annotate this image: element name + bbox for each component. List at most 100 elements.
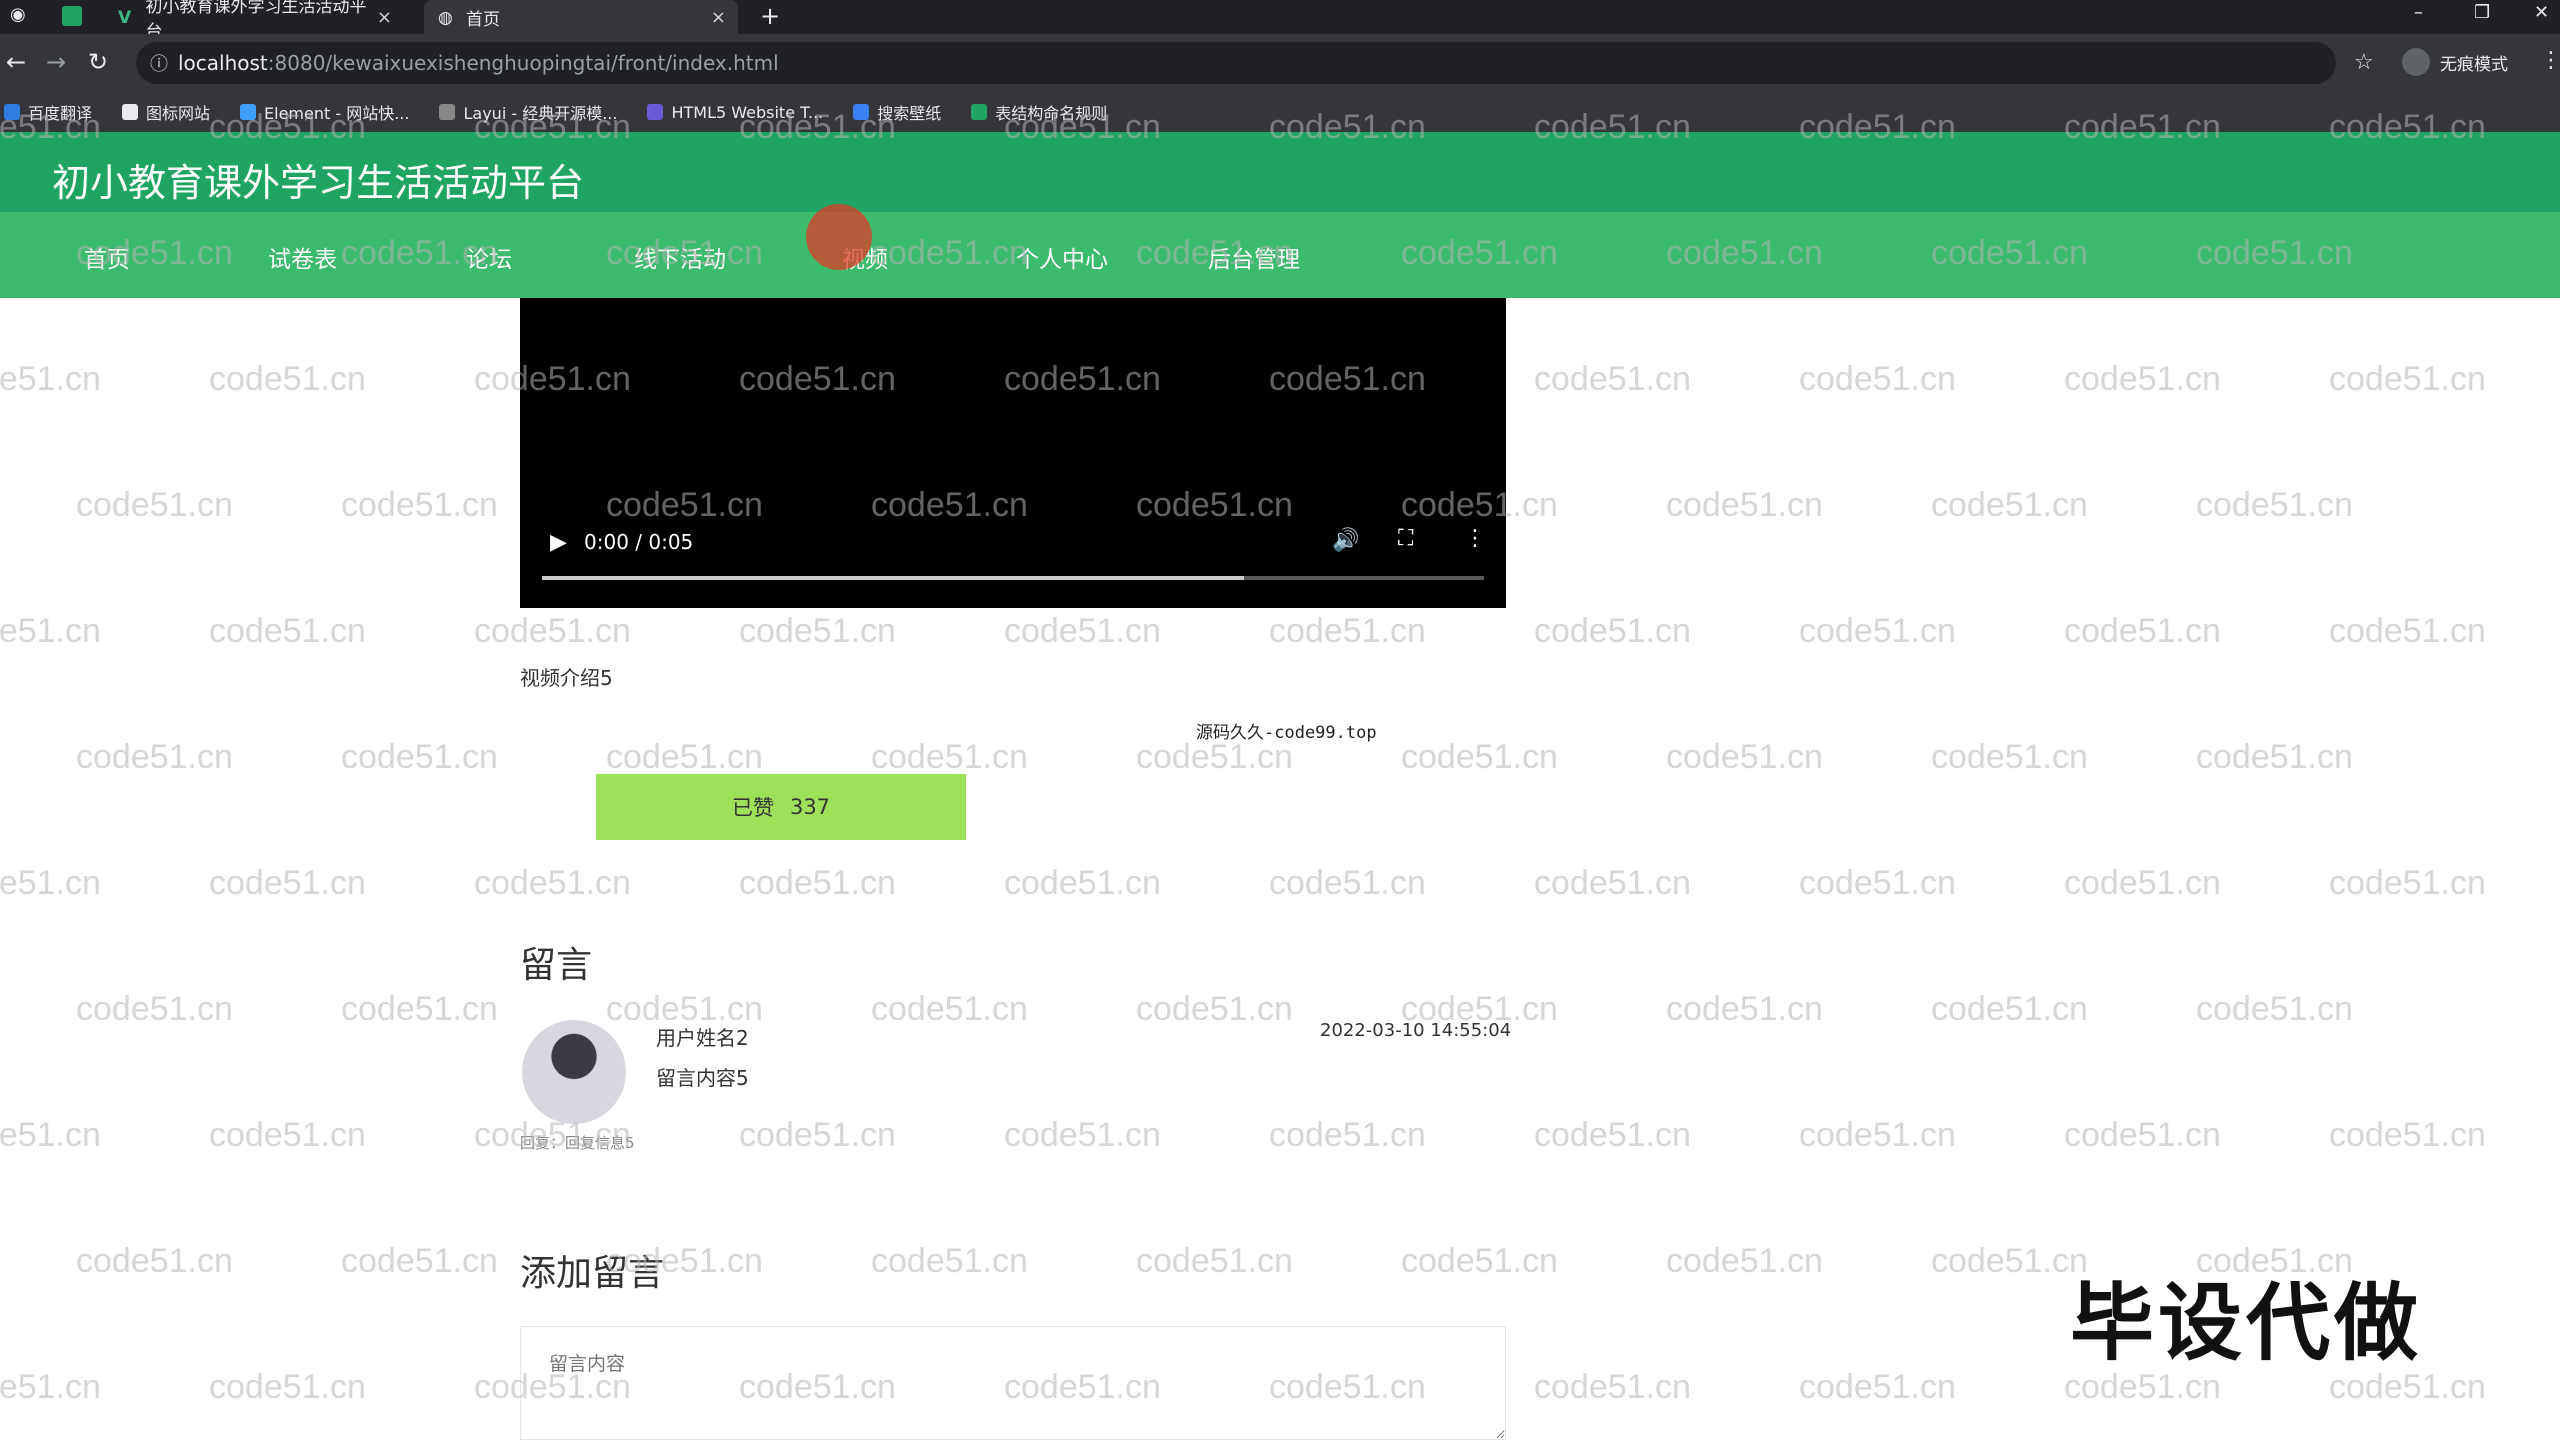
wallpaper-icon <box>853 104 870 120</box>
comment-textarea[interactable] <box>520 1326 1506 1440</box>
video-description: 视频介绍5 <box>520 666 613 690</box>
watermark-text: code51.cn <box>2196 990 2353 1028</box>
watermark-text: code51.cn <box>739 864 896 902</box>
watermark-text: code51.cn <box>739 612 896 650</box>
more-options-icon[interactable]: ⋮ <box>1464 526 1486 551</box>
watermark-text: code51.cn <box>1534 360 1691 398</box>
translate-icon <box>4 104 20 120</box>
restore-button[interactable]: ❐ <box>2474 2 2490 23</box>
watermark-text: code51.cn <box>1534 612 1691 650</box>
video-progress-bar[interactable] <box>542 576 1484 580</box>
watermark-text: code51.cn <box>76 990 233 1028</box>
avatar <box>522 1020 626 1124</box>
watermark-text: code51.cn <box>209 1116 366 1154</box>
video-time: 0:00 / 0:05 <box>584 530 694 554</box>
volume-icon[interactable]: 🔊 <box>1332 528 1359 553</box>
watermark-text: code51.cn <box>1004 612 1161 650</box>
watermark-text: code51.cn <box>2329 864 2486 902</box>
bookmark-item[interactable]: 百度翻译 <box>0 100 92 124</box>
watermark-text: code51.cn <box>1666 990 1823 1028</box>
watermark-text: code51.cn <box>1136 990 1293 1028</box>
minimize-button[interactable]: – <box>2414 2 2423 23</box>
watermark-text: code51.cn <box>2064 864 2221 902</box>
watermark-text: code51.cn <box>2064 612 2221 650</box>
nav-profile[interactable]: 个人中心 <box>1016 240 1108 274</box>
watermark-text: code51.cn <box>1931 1242 2088 1280</box>
watermark-text: code51.cn <box>0 1368 101 1406</box>
like-button[interactable]: 已赞 337 <box>596 774 966 840</box>
url-path: :8080/kewaixuexishenghuopingtai/front/in… <box>267 51 779 75</box>
vue-icon: V <box>118 8 132 28</box>
browser-menu-icon[interactable]: ⋮ <box>2540 48 2560 73</box>
profile-button[interactable]: 无痕模式 <box>2402 48 2508 76</box>
bookmark-item[interactable]: Element - 网站快... <box>236 100 409 124</box>
watermark-text: code51.cn <box>1931 738 2088 776</box>
close-window-button[interactable]: ✕ <box>2534 2 2549 23</box>
sheet-tab-icon[interactable] <box>62 6 82 26</box>
watermark-text: code51.cn <box>1799 864 1956 902</box>
watermark-text: code51.cn <box>209 612 366 650</box>
watermark-text: code51.cn <box>1534 1116 1691 1154</box>
reload-icon[interactable]: ↻ <box>88 48 108 76</box>
source-text: 源码久久-code99.top <box>1196 723 1377 743</box>
new-tab-button[interactable]: + <box>760 2 780 30</box>
video-player[interactable]: ▶ 0:00 / 0:05 🔊 ⛶ ⋮ <box>520 298 1506 608</box>
play-icon[interactable]: ▶ <box>550 530 567 555</box>
site-header: 初小教育课外学习生活活动平台 <box>0 132 2560 212</box>
tab-home[interactable]: ◍ 首页 × <box>424 0 738 34</box>
flag-icon <box>122 104 139 120</box>
watermark-text: code51.cn <box>2329 612 2486 650</box>
comments-heading: 留言 <box>520 945 593 986</box>
element-icon <box>240 104 257 120</box>
watermark-text: code51.cn <box>0 1116 101 1154</box>
bookmark-item[interactable]: 图标网站 <box>118 100 210 124</box>
comment-user: 用户姓名2 <box>656 1026 749 1050</box>
bookmark-star-icon[interactable]: ☆ <box>2354 50 2374 75</box>
back-arrow-icon[interactable]: ← <box>6 48 26 76</box>
watermark-text: code51.cn <box>341 1242 498 1280</box>
nav-exams[interactable]: 试卷表 <box>268 240 337 274</box>
watermark-text: code51.cn <box>871 1242 1028 1280</box>
bookmarks-bar: 百度翻译 图标网站 Element - 网站快... Layui - 经典开源模… <box>0 92 2560 132</box>
watermark-text: code51.cn <box>474 612 631 650</box>
watermark-text: code51.cn <box>2329 360 2486 398</box>
sheet-icon <box>971 104 988 120</box>
tab-platform[interactable]: V 初小教育课外学习生活活动平台 × <box>104 0 404 42</box>
watermark-text: code51.cn <box>739 1116 896 1154</box>
watermark-text: code51.cn <box>2064 1116 2221 1154</box>
watermark-text: code51.cn <box>1004 1116 1161 1154</box>
close-icon[interactable]: × <box>377 7 392 28</box>
bookmark-item[interactable]: Layui - 经典开源模... <box>435 100 617 124</box>
html5-icon <box>647 104 664 120</box>
watermark-text: code51.cn <box>1666 1242 1823 1280</box>
fullscreen-icon[interactable]: ⛶ <box>1398 526 1413 551</box>
watermark-text: code51.cn <box>2196 738 2353 776</box>
watermark-text: code51.cn <box>1799 1116 1956 1154</box>
forward-arrow-icon[interactable]: → <box>46 48 66 76</box>
nav-admin[interactable]: 后台管理 <box>1208 240 1300 274</box>
watermark-text: code51.cn <box>1269 864 1426 902</box>
url-input[interactable]: ⓘ localhost :8080/kewaixuexishenghuoping… <box>136 42 2336 84</box>
watermark-text: code51.cn <box>0 864 101 902</box>
nav-activities[interactable]: 线下活动 <box>634 240 726 274</box>
watermark-text: code51.cn <box>76 486 233 524</box>
watermark-text: code51.cn <box>1401 1242 1558 1280</box>
close-icon[interactable]: × <box>711 7 726 28</box>
watermark-text: code51.cn <box>1534 864 1691 902</box>
bookmark-item[interactable]: 表结构命名规则 <box>967 100 1107 124</box>
watermark-text: code51.cn <box>2196 486 2353 524</box>
stamp-text: 毕设代做 <box>2070 1274 2423 1372</box>
bookmark-item[interactable]: 搜索壁纸 <box>849 100 941 124</box>
comment-time: 2022-03-10 14:55:04 <box>1320 1020 1512 1041</box>
nav-forum[interactable]: 论坛 <box>466 240 512 274</box>
cursor-highlight <box>806 204 872 270</box>
watermark-text: code51.cn <box>1136 1242 1293 1280</box>
bookmark-item[interactable]: HTML5 Website T... <box>643 103 823 122</box>
nav-home[interactable]: 首页 <box>84 240 130 274</box>
info-icon[interactable]: ⓘ <box>150 50 168 76</box>
watermark-text: code51.cn <box>1269 1116 1426 1154</box>
watermark-text: code51.cn <box>1799 360 1956 398</box>
watermark-text: code51.cn <box>871 990 1028 1028</box>
browser-tab-strip: ◉ V 初小教育课外学习生活活动平台 × ◍ 首页 × + – ❐ ✕ <box>0 0 2560 42</box>
watermark-text: code51.cn <box>209 360 366 398</box>
